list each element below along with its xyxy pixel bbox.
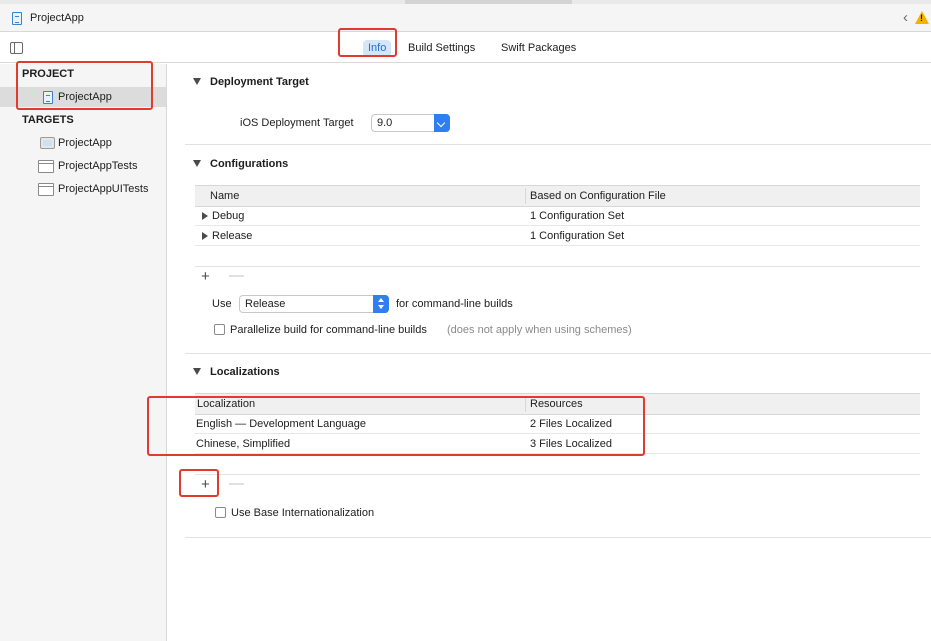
- warning-icon-glyph: !: [920, 13, 923, 23]
- table-row[interactable]: English — Development Language 2 Files L…: [195, 415, 920, 434]
- section-divider: [185, 537, 931, 538]
- project-file-icon: [12, 12, 22, 25]
- localizations-table: Localization Resources English — Develop…: [195, 393, 920, 455]
- sidebar-toggle-icon[interactable]: [10, 42, 23, 54]
- disclosure-triangle-icon[interactable]: [193, 160, 201, 167]
- disclosure-triangle-icon[interactable]: [202, 212, 208, 220]
- column-header-file[interactable]: Based on Configuration File: [530, 190, 666, 202]
- table-bottom-divider: [195, 266, 920, 267]
- table-row[interactable]: Release 1 Configuration Set: [195, 227, 920, 246]
- test-bundle-icon: [38, 160, 54, 173]
- column-header-name[interactable]: Name: [210, 190, 239, 202]
- project-target-sidebar: PROJECT ProjectApp TARGETS ProjectApp Pr…: [0, 64, 167, 641]
- command-line-config-value: Release: [245, 298, 286, 310]
- table-header: Name Based on Configuration File: [195, 185, 920, 207]
- add-localization-button[interactable]: +: [201, 477, 210, 492]
- remove-configuration-button[interactable]: —: [229, 268, 244, 283]
- sidebar-item-label: ProjectApp: [58, 91, 112, 103]
- config-name: Debug: [212, 210, 245, 222]
- deployment-target-label: iOS Deployment Target: [240, 117, 354, 129]
- app-target-icon: [40, 137, 55, 149]
- jump-bar: ProjectApp ‹ !: [0, 4, 931, 32]
- column-divider: [525, 188, 526, 204]
- tab-swift-packages[interactable]: Swift Packages: [501, 40, 576, 57]
- localization-name: English — Development Language: [196, 418, 367, 430]
- section-header-deployment: Deployment Target: [210, 76, 309, 88]
- deployment-target-popup[interactable]: 9.0: [371, 114, 450, 132]
- deployment-target-value: 9.0: [377, 117, 393, 129]
- base-internationalization-checkbox[interactable]: [215, 507, 226, 518]
- section-divider: [185, 144, 931, 145]
- sidebar-header-targets: TARGETS: [22, 114, 74, 126]
- table-row[interactable]: Chinese, Simplified 3 Files Localized: [195, 435, 920, 454]
- sidebar-item-label: ProjectApp: [58, 137, 112, 149]
- disclosure-triangle-icon[interactable]: [202, 232, 208, 240]
- sidebar-item-target-tests[interactable]: ProjectAppTests: [0, 156, 166, 176]
- column-header-localization[interactable]: Localization: [197, 398, 255, 410]
- localization-resources: 3 Files Localized: [530, 438, 612, 450]
- tab-build-settings[interactable]: Build Settings: [408, 40, 475, 57]
- section-header-configurations: Configurations: [210, 158, 289, 170]
- config-file: 1 Configuration Set: [530, 230, 625, 242]
- table-header: Localization Resources: [195, 393, 920, 415]
- project-info-editor: Deployment Target iOS Deployment Target …: [168, 64, 931, 641]
- column-divider: [525, 396, 526, 412]
- command-line-config-popup[interactable]: Release: [239, 295, 389, 313]
- chevron-down-icon: [434, 114, 450, 132]
- config-name: Release: [212, 230, 253, 242]
- table-row[interactable]: Debug 1 Configuration Set: [195, 207, 920, 226]
- section-header-localizations: Localizations: [210, 366, 280, 378]
- use-label: Use: [212, 298, 232, 310]
- project-file-icon: [43, 91, 53, 104]
- remove-localization-button[interactable]: —: [229, 476, 244, 491]
- disclosure-triangle-icon[interactable]: [193, 78, 201, 85]
- disclosure-triangle-icon[interactable]: [193, 368, 201, 375]
- jump-bar-title[interactable]: ProjectApp: [30, 12, 84, 24]
- base-internationalization-label[interactable]: Use Base Internationalization: [231, 507, 374, 519]
- sidebar-item-label: ProjectAppTests: [58, 160, 138, 172]
- parallelize-label[interactable]: Parallelize build for command-line build…: [230, 324, 427, 336]
- sidebar-item-label: ProjectAppUITests: [58, 183, 149, 195]
- parallelize-note: (does not apply when using schemes): [447, 324, 632, 336]
- sidebar-item-target-app[interactable]: ProjectApp: [0, 133, 166, 153]
- tab-info[interactable]: Info: [363, 40, 392, 57]
- chevron-left-icon[interactable]: ‹: [903, 9, 908, 26]
- localization-name: Chinese, Simplified: [196, 438, 291, 450]
- column-header-resources[interactable]: Resources: [530, 398, 583, 410]
- updown-arrows-icon: [373, 295, 389, 313]
- sidebar-item-project[interactable]: ProjectApp: [0, 87, 166, 107]
- editor-tab-bar: Info Build Settings Swift Packages: [0, 33, 931, 63]
- table-bottom-divider: [195, 474, 920, 475]
- warning-icon[interactable]: !: [915, 11, 929, 24]
- config-file: 1 Configuration Set: [530, 210, 625, 222]
- localization-resources: 2 Files Localized: [530, 418, 612, 430]
- parallelize-checkbox[interactable]: [214, 324, 225, 335]
- section-divider: [185, 353, 931, 354]
- sidebar-item-target-uitests[interactable]: ProjectAppUITests: [0, 179, 166, 199]
- sidebar-header-project: PROJECT: [22, 68, 74, 80]
- test-bundle-icon: [38, 183, 54, 196]
- add-configuration-button[interactable]: +: [201, 269, 210, 284]
- use-suffix-label: for command-line builds: [396, 298, 513, 310]
- configurations-table: Name Based on Configuration File Debug 1…: [195, 185, 920, 247]
